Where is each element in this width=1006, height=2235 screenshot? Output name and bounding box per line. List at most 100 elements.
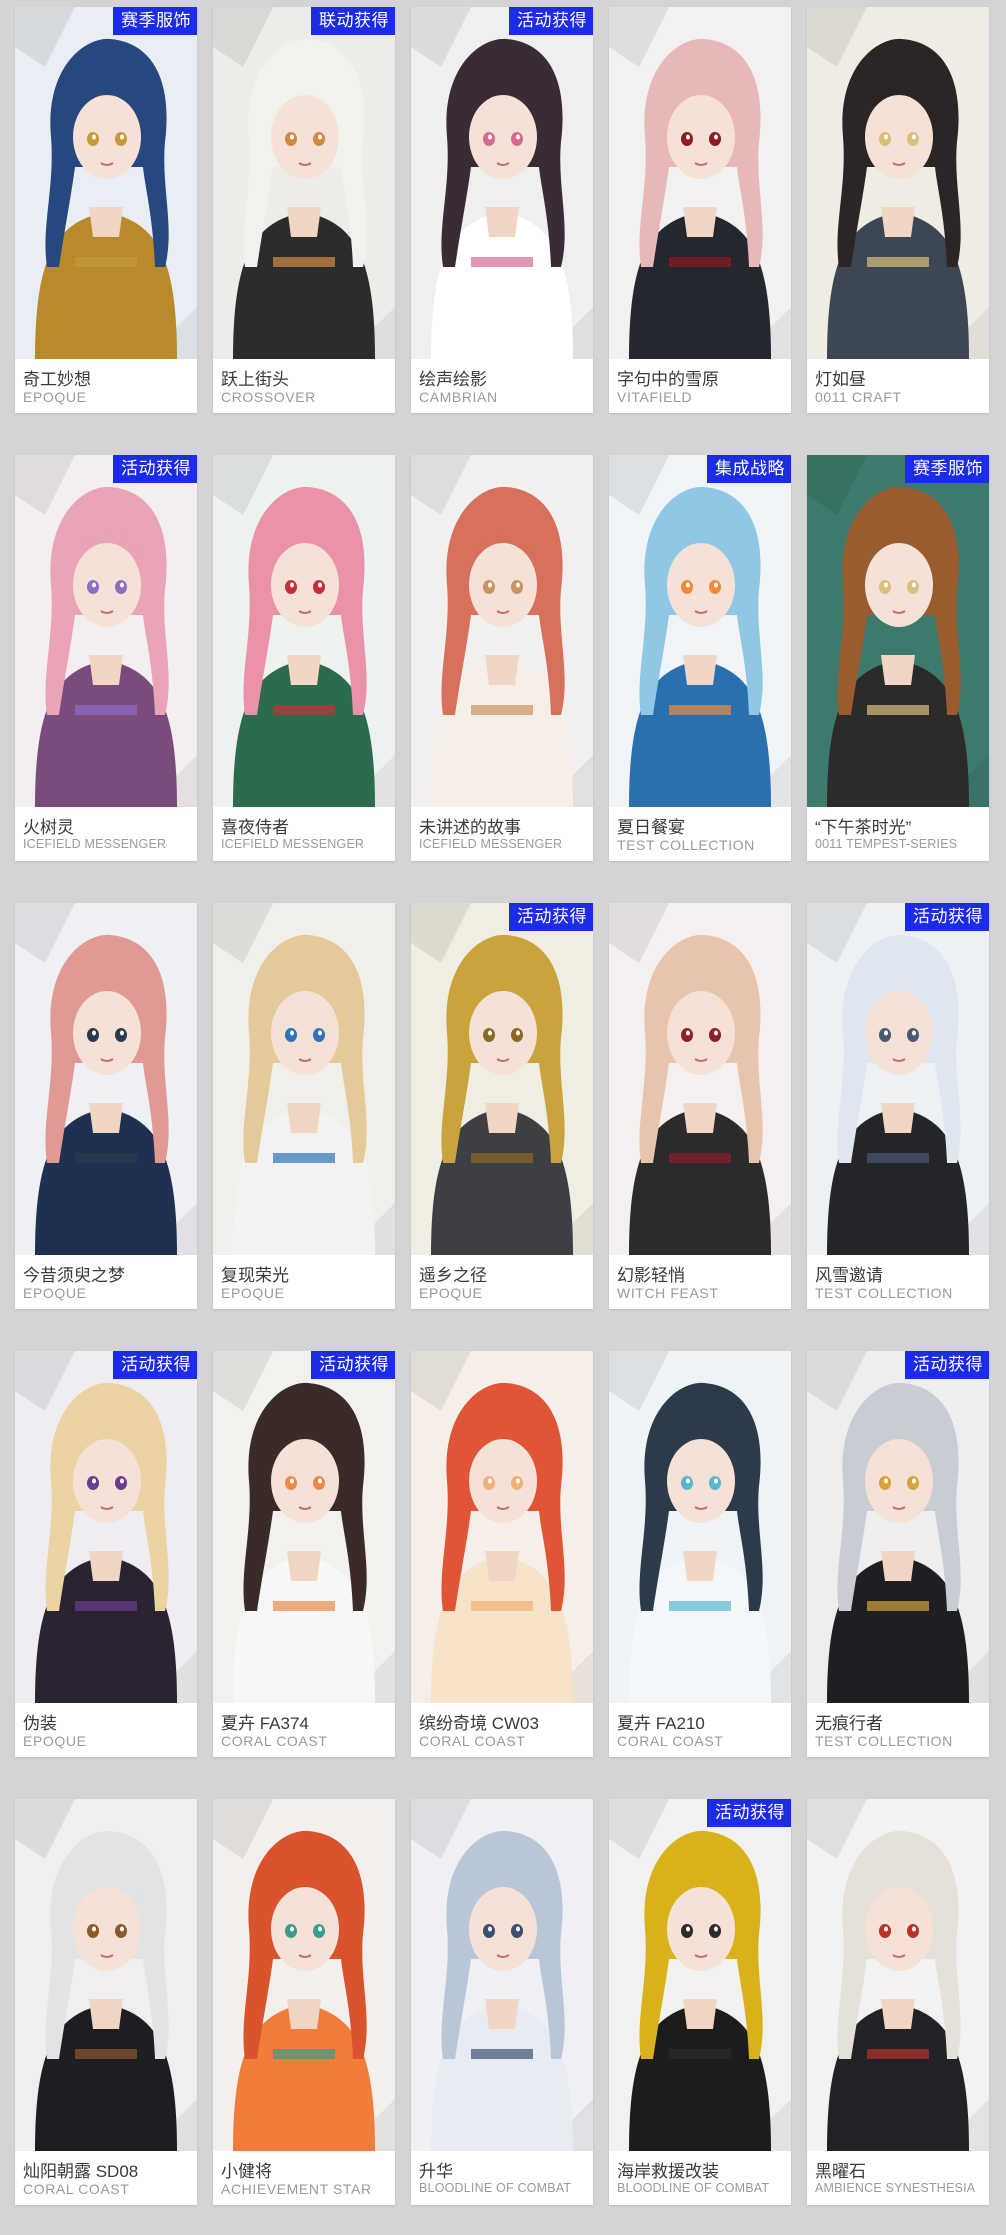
skin-card[interactable]: 小健将 ACHIEVEMENT STAR [213,1799,395,2205]
skin-series: CROSSOVER [221,389,316,405]
skin-card[interactable]: 灯如昼 0011 CRAFT [807,7,989,413]
skin-name: 灯如昼 [815,370,866,389]
source-badge: 集成战略 [707,455,791,483]
skin-info: 未讲述的故事 ICEFIELD MESSENGER [411,807,593,861]
skin-series: CORAL COAST [221,1733,328,1749]
skin-info: 夏卉 FA374 CORAL COAST [213,1703,395,1757]
skin-series: EPOQUE [23,1733,87,1749]
skin-series: EPOQUE [23,1285,87,1301]
skin-card[interactable]: 灿阳朝露 SD08 CORAL COAST [15,1799,197,2205]
skin-card[interactable]: 活动获得 无痕行者 TEST COLLECTION [807,1351,989,1757]
skin-card[interactable]: 联动获得 跃上街头 CROSSOVER [213,7,395,413]
source-badge: 活动获得 [509,903,593,931]
source-badge: 活动获得 [113,455,197,483]
source-badge: 活动获得 [509,7,593,35]
source-badge: 活动获得 [905,903,989,931]
skin-name: 火树灵 [23,818,74,837]
skin-info: 灯如昼 0011 CRAFT [807,359,989,413]
skin-artwork [213,7,395,359]
skin-name: 今昔须臾之梦 [23,1266,125,1285]
skin-info: 伪装 EPOQUE [15,1703,197,1757]
skin-info: “下午茶时光” 0011 TEMPEST-SERIES [807,807,989,861]
skin-name: 跃上街头 [221,370,289,389]
skin-name: 黑曜石 [815,2162,866,2181]
skin-info: 灿阳朝露 SD08 CORAL COAST [15,2151,197,2205]
skin-artwork [609,903,791,1255]
skin-card[interactable]: 活动获得 夏卉 FA374 CORAL COAST [213,1351,395,1757]
skin-card[interactable]: 缤纷奇境 CW03 CORAL COAST [411,1351,593,1757]
skin-name: 夏卉 FA374 [221,1714,309,1733]
skin-card[interactable]: 复现荣光 EPOQUE [213,903,395,1309]
skin-info: 黑曜石 AMBIENCE SYNESTHESIA [807,2151,989,2205]
skin-card[interactable]: 字句中的雪原 VITAFIELD [609,7,791,413]
skin-info: 绘声绘影 CAMBRIAN [411,359,593,413]
skin-card[interactable]: 喜夜侍者 ICEFIELD MESSENGER [213,455,395,861]
skin-card[interactable]: 集成战略夏日餐宴 TEST COLLECTION [609,455,791,861]
skin-card[interactable]: 活动获得火树灵 ICEFIELD MESSENGER [15,455,197,861]
skin-series: ACHIEVEMENT STAR [221,2181,372,2197]
skin-card[interactable]: 幻影轻悄 WITCH FEAST [609,903,791,1309]
skin-info: 小健将 ACHIEVEMENT STAR [213,2151,395,2205]
skin-card[interactable]: 活动获得 伪装 EPOQUE [15,1351,197,1757]
skin-name: 升华 [419,2162,453,2181]
skin-name: 夏日餐宴 [617,818,685,837]
skin-info: 海岸救援改装 BLOODLINE OF COMBAT [609,2151,791,2205]
skin-name: 遥乡之径 [419,1266,487,1285]
source-badge: 赛季服饰 [113,7,197,35]
skin-artwork [15,903,197,1255]
skin-name: 字句中的雪原 [617,370,719,389]
skin-artwork [807,903,989,1255]
skin-info: 字句中的雪原 VITAFIELD [609,359,791,413]
skin-artwork [411,1799,593,2151]
skin-card[interactable]: 未讲述的故事 ICEFIELD MESSENGER [411,455,593,861]
skin-artwork [213,1799,395,2151]
skin-artwork [807,1351,989,1703]
skin-info: 遥乡之径 EPOQUE [411,1255,593,1309]
skin-series: TEST COLLECTION [815,1285,953,1301]
skin-series: VITAFIELD [617,389,693,405]
skin-info: 奇工妙想 EPOQUE [15,359,197,413]
skin-grid: 赛季服饰 奇工妙想 EPOQUE 联动获得 跃上街头 CROSSOVER 活动获得 绘声绘… [15,7,991,2205]
skin-card[interactable]: 升华 BLOODLINE OF COMBAT [411,1799,593,2205]
skin-name: 小健将 [221,2162,272,2181]
skin-info: 幻影轻悄 WITCH FEAST [609,1255,791,1309]
skin-series: BLOODLINE OF COMBAT [419,2181,572,2195]
skin-card[interactable]: 黑曜石 AMBIENCE SYNESTHESIA [807,1799,989,2205]
skin-artwork [609,1351,791,1703]
skin-name: 喜夜侍者 [221,818,289,837]
source-badge: 活动获得 [905,1351,989,1379]
source-badge: 活动获得 [707,1799,791,1827]
skin-series: CORAL COAST [419,1733,526,1749]
skin-info: 夏日餐宴 TEST COLLECTION [609,807,791,861]
skin-card[interactable]: 活动获得海岸救援改装 BLOODLINE OF COMBAT [609,1799,791,2205]
skin-artwork [15,1799,197,2151]
skin-series: BLOODLINE OF COMBAT [617,2181,770,2195]
skin-artwork [807,7,989,359]
skin-info: 缤纷奇境 CW03 CORAL COAST [411,1703,593,1757]
skin-series: 0011 TEMPEST-SERIES [815,837,958,851]
skin-card[interactable]: 赛季服饰 “下午茶时光” 0011 TEMPEST-SERIES [807,455,989,861]
skin-card[interactable]: 活动获得风雪邀请 TEST COLLECTION [807,903,989,1309]
skin-info: 风雪邀请 TEST COLLECTION [807,1255,989,1309]
skin-info: 夏卉 FA210 CORAL COAST [609,1703,791,1757]
skin-series: ICEFIELD MESSENGER [221,837,365,851]
skin-card[interactable]: 今昔须臾之梦 EPOQUE [15,903,197,1309]
skin-name: 幻影轻悄 [617,1266,685,1285]
skin-info: 跃上街头 CROSSOVER [213,359,395,413]
skin-card[interactable]: 夏卉 FA210 CORAL COAST [609,1351,791,1757]
skin-name: 奇工妙想 [23,370,91,389]
skin-artwork [15,455,197,807]
skin-artwork [609,1799,791,2151]
skin-series: CORAL COAST [23,2181,130,2197]
skin-series: EPOQUE [23,389,87,405]
skin-card[interactable]: 活动获得遥乡之径 EPOQUE [411,903,593,1309]
skin-name: 灿阳朝露 SD08 [23,2162,139,2181]
skin-card[interactable]: 活动获得绘声绘影 CAMBRIAN [411,7,593,413]
skin-name: 夏卉 FA210 [617,1714,705,1733]
skin-name: 无痕行者 [815,1714,883,1733]
skin-artwork [15,1351,197,1703]
skin-artwork [609,7,791,359]
skin-card[interactable]: 赛季服饰奇工妙想 EPOQUE [15,7,197,413]
skin-series: ICEFIELD MESSENGER [23,837,167,851]
skin-series: 0011 CRAFT [815,389,902,405]
